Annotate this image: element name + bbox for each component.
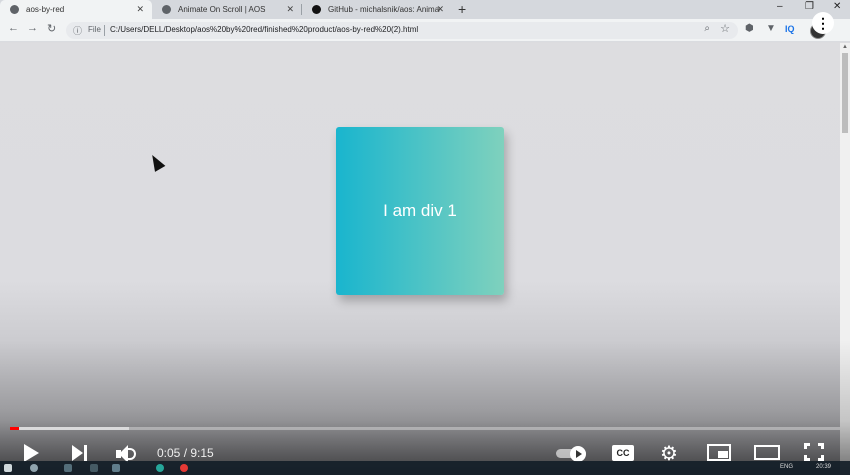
- extension-filter-icon[interactable]: ▼: [766, 23, 776, 34]
- close-window-button[interactable]: ✕: [833, 1, 841, 12]
- captions-button[interactable]: CC: [612, 445, 634, 461]
- browser-toolbar: ← → ↻ ⓘ File C:/Users/DELL/Desktop/aos%2…: [0, 19, 850, 42]
- windows-taskbar: ENG 20:39: [0, 461, 850, 475]
- demo-box-label: I am div 1: [383, 201, 457, 220]
- back-icon[interactable]: ←: [8, 22, 19, 34]
- tab-github[interactable]: GitHub - michalsnik/aos: Animat ✕: [302, 0, 452, 19]
- taskbar-app-icon[interactable]: [156, 464, 164, 472]
- progress-buffered: [10, 427, 129, 430]
- theater-mode-icon[interactable]: [754, 445, 780, 460]
- extension-cube-icon[interactable]: ⬢: [745, 23, 754, 34]
- language-indicator[interactable]: ENG: [780, 464, 793, 470]
- forward-icon[interactable]: →: [27, 22, 38, 34]
- url-divider: [104, 25, 105, 36]
- taskbar-clock[interactable]: 20:39: [816, 464, 831, 470]
- chrome-icon[interactable]: [180, 464, 188, 472]
- more-options-icon[interactable]: ⋮: [812, 12, 834, 34]
- scroll-up-icon[interactable]: ▲: [842, 44, 848, 50]
- tab-close-icon[interactable]: ✕: [136, 4, 144, 15]
- minimize-button[interactable]: –: [777, 1, 783, 12]
- extension-iq-icon[interactable]: IQ: [785, 24, 795, 34]
- miniplayer-icon[interactable]: [707, 444, 731, 461]
- tab-close-icon[interactable]: ✕: [286, 4, 294, 15]
- scroll-thumb[interactable]: [842, 53, 848, 133]
- progress-played: [10, 427, 20, 430]
- new-tab-button[interactable]: +: [458, 1, 466, 17]
- reload-icon[interactable]: ↻: [47, 22, 56, 35]
- fullscreen-icon[interactable]: [804, 443, 824, 461]
- play-icon[interactable]: [24, 444, 39, 462]
- taskbar-app-icon[interactable]: [64, 464, 72, 472]
- url-text[interactable]: C:/Users/DELL/Desktop/aos%20by%20red/fin…: [110, 25, 418, 34]
- taskbar-app-icon[interactable]: [112, 464, 120, 472]
- aos-demo-box: I am div 1: [336, 127, 504, 295]
- github-icon: [312, 5, 321, 14]
- windows-start-icon[interactable]: [4, 464, 12, 472]
- zoom-icon[interactable]: ⌕: [704, 23, 710, 34]
- search-icon[interactable]: [30, 464, 38, 472]
- progress-bar[interactable]: [10, 427, 840, 430]
- info-icon[interactable]: ⓘ: [73, 24, 82, 37]
- tab-title: aos-by-red: [26, 5, 65, 14]
- next-icon[interactable]: [72, 444, 90, 462]
- globe-icon: [10, 5, 19, 14]
- video-frame: aos-by-red ✕ Animate On Scroll | AOS ✕ G…: [0, 0, 850, 475]
- time-display: 0:05 / 9:15: [157, 446, 214, 460]
- globe-icon: [162, 5, 171, 14]
- tab-title: Animate On Scroll | AOS: [178, 5, 266, 14]
- address-bar[interactable]: ⓘ File C:/Users/DELL/Desktop/aos%20by%20…: [66, 22, 738, 39]
- taskbar-app-icon[interactable]: [90, 464, 98, 472]
- tab-animate-on-scroll[interactable]: Animate On Scroll | AOS ✕: [152, 0, 302, 19]
- tab-aos-by-red[interactable]: aos-by-red ✕: [0, 0, 152, 19]
- bookmark-star-icon[interactable]: ☆: [720, 22, 730, 35]
- tab-title: GitHub - michalsnik/aos: Animat: [328, 5, 440, 14]
- browser-tab-strip: aos-by-red ✕ Animate On Scroll | AOS ✕ G…: [0, 0, 850, 19]
- url-scheme-label: File: [88, 25, 101, 34]
- tab-close-icon[interactable]: ✕: [436, 4, 444, 15]
- restore-button[interactable]: ❐: [805, 1, 814, 12]
- autoplay-toggle[interactable]: [556, 446, 590, 462]
